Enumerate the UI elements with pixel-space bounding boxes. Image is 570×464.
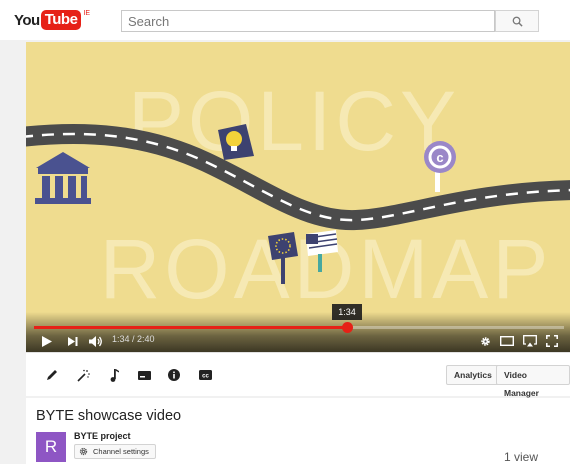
video-frame: POLICY ROADMAP c <box>26 42 570 352</box>
play-icon <box>42 335 52 347</box>
next-icon <box>68 336 78 346</box>
video-title: BYTE showcase video <box>36 408 182 424</box>
analytics-button[interactable]: Analytics <box>446 365 500 385</box>
time-display: 1:34 / 2:40 <box>112 334 155 344</box>
youtube-logo[interactable]: You Tube IE <box>14 9 90 31</box>
annotations-button[interactable] <box>136 367 152 383</box>
play-button[interactable] <box>40 333 54 349</box>
gear-icon <box>79 447 88 456</box>
pencil-icon <box>47 370 57 380</box>
info-icon <box>168 369 180 381</box>
svg-text:cc: cc <box>202 373 209 379</box>
settings-button[interactable] <box>478 333 492 349</box>
video-info: BYTE showcase video R BYTE project Chann… <box>26 398 570 464</box>
avatar[interactable]: R <box>36 432 66 462</box>
cast-icon <box>523 335 537 347</box>
progress-played <box>34 326 347 329</box>
search-button[interactable] <box>495 10 539 32</box>
svg-text:c: c <box>436 150 443 165</box>
enhancements-button[interactable] <box>75 367 91 383</box>
logo-tube: Tube <box>40 10 82 30</box>
gear-icon <box>480 336 490 346</box>
subtitles-button[interactable]: cc <box>197 367 213 383</box>
progress-bar[interactable] <box>34 322 564 333</box>
cast-button[interactable] <box>522 333 538 349</box>
theater-mode-button[interactable] <box>499 333 515 349</box>
video-player[interactable]: POLICY ROADMAP c 1:34 1:34 / 2:40 <box>26 42 570 352</box>
search-input[interactable]: Search <box>121 10 495 32</box>
volume-button[interactable] <box>88 333 104 349</box>
cc-icon: cc <box>198 370 212 380</box>
edit-button[interactable] <box>44 367 60 383</box>
video-manager-button[interactable]: Video Manager <box>496 365 570 398</box>
channel-settings-button[interactable]: Channel settings <box>74 444 156 459</box>
creator-action-bar: cc Analytics Video Manager <box>26 352 570 398</box>
music-icon <box>110 368 119 382</box>
theater-mode-icon <box>500 336 514 346</box>
channel-settings-label: Channel settings <box>93 447 149 456</box>
view-count: 1 view <box>504 450 539 464</box>
next-button[interactable] <box>66 333 80 349</box>
hover-time-tooltip: 1:34 <box>332 304 362 320</box>
fullscreen-icon <box>546 335 558 347</box>
masthead: You Tube IE Search <box>0 0 570 40</box>
magic-wand-icon <box>76 369 90 382</box>
progress-scrubber[interactable] <box>342 322 353 333</box>
channel-name[interactable]: BYTE project <box>74 431 131 441</box>
logo-you: You <box>14 11 40 29</box>
annotations-icon <box>137 370 151 380</box>
logo-region: IE <box>83 9 91 17</box>
audio-button[interactable] <box>106 367 122 383</box>
info-cards-button[interactable] <box>166 367 182 383</box>
fullscreen-button[interactable] <box>544 333 560 349</box>
search-icon <box>512 16 523 27</box>
volume-icon <box>89 335 102 347</box>
